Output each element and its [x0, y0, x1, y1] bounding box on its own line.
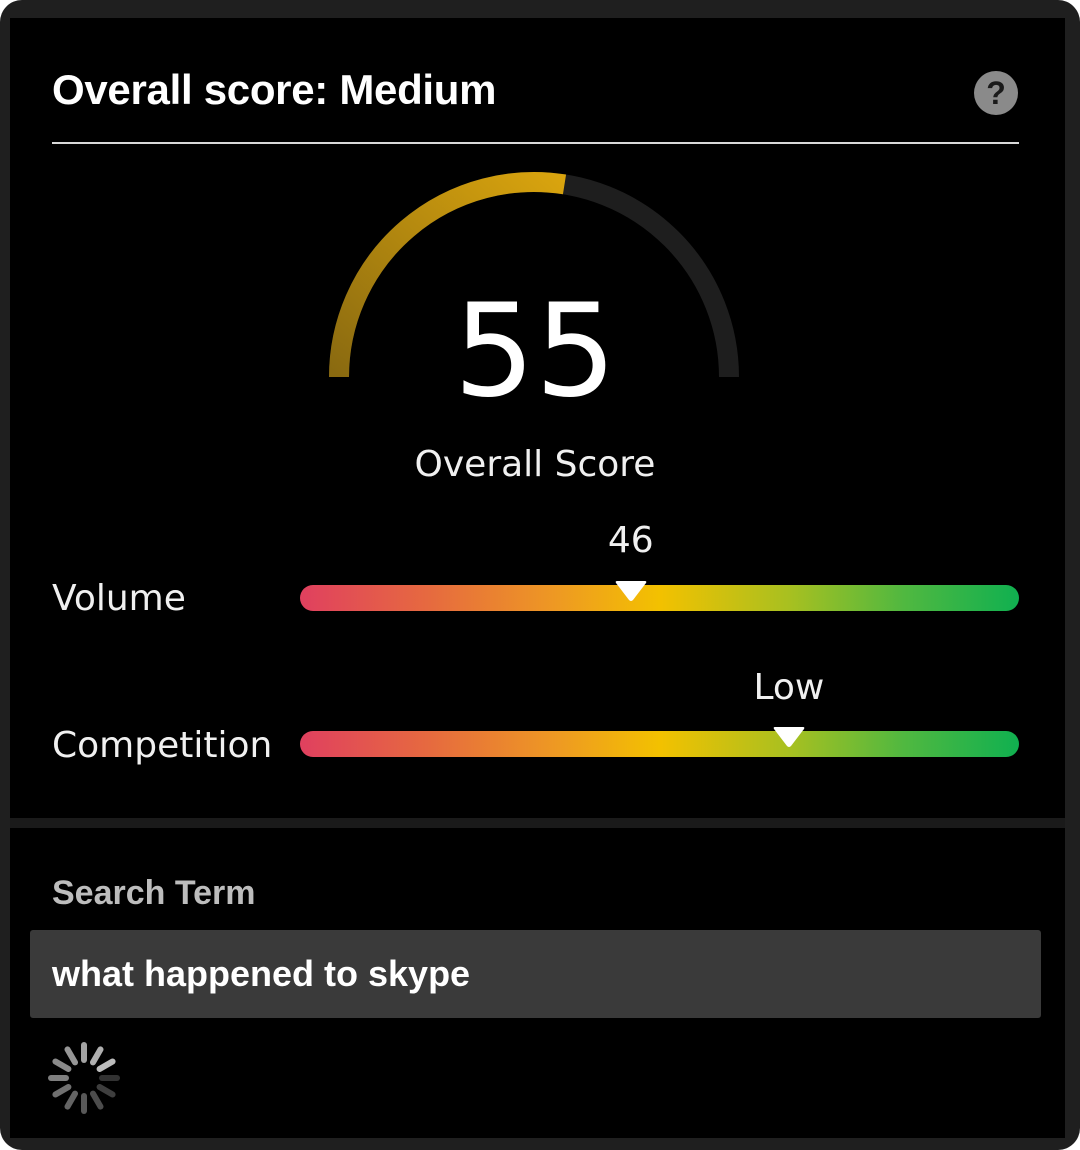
spinner-icon [48, 1042, 120, 1114]
competition-scale-bar [300, 731, 1019, 757]
spinner-tick [90, 1046, 104, 1066]
spinner-tick [96, 1058, 116, 1072]
volume-marker-icon [615, 581, 647, 601]
volume-label: Volume [52, 578, 186, 619]
overall-score-label: Overall Score [414, 444, 656, 485]
spinner-tick [64, 1090, 78, 1110]
search-term-field[interactable]: what happened to skype [30, 930, 1041, 1018]
spinner-tick [96, 1084, 116, 1098]
spinner-tick [64, 1046, 78, 1066]
volume-value-label: 46 [607, 520, 654, 561]
spinner-tick [90, 1090, 104, 1110]
volume-scale-bar [300, 585, 1019, 611]
competition-value-label: Low [753, 667, 825, 708]
spinner-tick [52, 1084, 72, 1098]
competition-label: Competition [52, 725, 273, 766]
overall-score-value: 55 [453, 277, 617, 426]
competition-marker-icon [773, 727, 805, 747]
search-term-label: Search Term [52, 874, 256, 912]
spinner-tick [52, 1058, 72, 1072]
